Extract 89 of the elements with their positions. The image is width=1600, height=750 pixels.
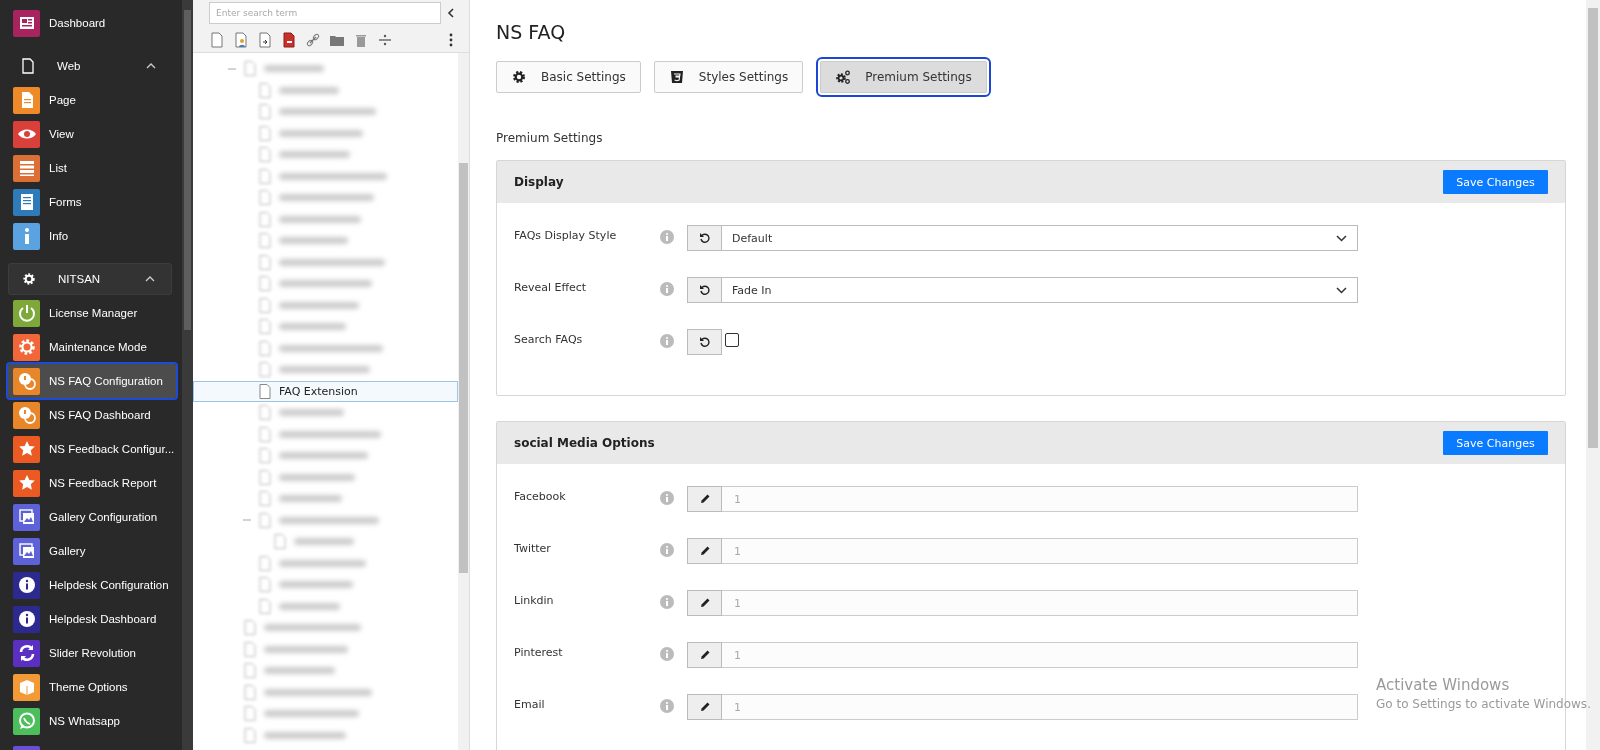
text-field[interactable]: 1	[722, 642, 1358, 668]
sidebar-item[interactable]: Forms	[0, 185, 172, 219]
sidebar-item[interactable]: NS Feedback Report	[0, 466, 172, 500]
sidebar-item[interactable]: Maintenance Mode	[0, 330, 172, 364]
pencil-icon	[687, 538, 722, 564]
pencil-icon	[687, 694, 722, 720]
tab[interactable]: Styles Settings	[653, 61, 804, 93]
reset-button[interactable]	[687, 329, 722, 355]
info-icon[interactable]	[660, 230, 674, 244]
tab[interactable]: Basic Settings	[496, 61, 641, 93]
pencil-icon	[687, 486, 722, 512]
undo-icon	[698, 284, 711, 296]
scrollbar[interactable]	[182, 0, 193, 750]
field-label: Twitter	[514, 541, 552, 555]
new-page-icon[interactable]	[209, 32, 225, 48]
page-minus-icon[interactable]	[281, 32, 297, 48]
link-icon[interactable]	[305, 32, 321, 48]
sidebar-item[interactable]: View	[0, 117, 172, 151]
scrollbar[interactable]	[458, 53, 469, 750]
field-label: Reveal Effect	[514, 280, 588, 294]
reset-button[interactable]	[687, 225, 722, 251]
save-button[interactable]: Save Changes	[1443, 170, 1548, 194]
sidebar-item[interactable]: Gallery Configuration	[0, 500, 172, 534]
section-heading: Premium Settings	[496, 131, 604, 145]
sidebar-item[interactable]: NS Whatsapp	[0, 704, 172, 738]
caret-icon	[146, 63, 156, 69]
field-label: Search FAQs	[514, 332, 584, 346]
text-field[interactable]: 1	[722, 590, 1358, 616]
text-field[interactable]: 1	[722, 538, 1358, 564]
undo-icon	[698, 336, 711, 348]
sidebar-item[interactable]: NS FAQ Dashboard	[0, 398, 172, 432]
panel-title: Display	[514, 175, 564, 189]
panel-title: social Media Options	[514, 436, 655, 450]
collapse-icon[interactable]	[447, 8, 455, 18]
tree-item[interactable]: FAQ Extension	[193, 380, 458, 402]
trash-icon[interactable]	[353, 32, 369, 48]
reset-button[interactable]	[687, 277, 722, 303]
sidebar-item[interactable]: Page	[0, 83, 172, 117]
search-field[interactable]: Enter search term	[209, 2, 441, 24]
divider-icon[interactable]	[377, 32, 393, 48]
sidebar-item[interactable]: Dashboard	[0, 6, 172, 40]
page-arrow-icon[interactable]	[257, 32, 273, 48]
activation-text: Go to Settings to activate Windows.	[1376, 697, 1591, 711]
sidebar-group[interactable]: Web	[8, 49, 172, 83]
chevron-down-icon	[1336, 234, 1347, 242]
pencil-icon	[687, 590, 722, 616]
info-icon[interactable]	[660, 595, 674, 609]
sidebar-item[interactable]: Slider Revolution	[0, 636, 172, 670]
caret-icon	[145, 276, 155, 282]
sidebar-item[interactable]: Helpdesk Configuration	[0, 568, 172, 602]
checkbox[interactable]	[725, 333, 739, 347]
page-icon	[259, 383, 271, 399]
sidebar-item[interactable]: Info	[0, 219, 172, 253]
gear-icon	[21, 271, 37, 287]
sidebar-item[interactable]: Gallery	[0, 534, 172, 568]
sidebar-item[interactable]: Theme Options	[0, 670, 172, 704]
info-icon[interactable]	[660, 543, 674, 557]
page-title: NS FAQ	[496, 20, 567, 45]
info-icon[interactable]	[660, 699, 674, 713]
css-icon	[668, 69, 685, 85]
text-field[interactable]: 1	[722, 694, 1358, 720]
sidebar-item[interactable]: NS FAQ Configuration	[8, 364, 176, 398]
page-user-icon[interactable]	[233, 32, 249, 48]
text-field[interactable]: 1	[722, 486, 1358, 512]
sidebar-item[interactable]: Helpdesk Dashboard	[0, 602, 172, 636]
field-label: Linkdin	[514, 593, 555, 607]
field-label: Facebook	[514, 489, 567, 503]
sidebar-item[interactable]: NS Feedback Configur...	[0, 432, 172, 466]
info-icon[interactable]	[660, 491, 674, 505]
info-icon[interactable]	[660, 282, 674, 296]
field-label: Email	[514, 697, 546, 711]
sidebar-item[interactable]: List	[0, 151, 172, 185]
dropdown-field[interactable]: Fade In	[722, 277, 1358, 303]
save-button[interactable]: Save Changes	[1443, 431, 1548, 455]
activation-title: Activate Windows	[1376, 676, 1511, 694]
dropdown-field[interactable]: Default	[722, 225, 1358, 251]
undo-icon	[698, 232, 711, 244]
field-label: FAQs Display Style	[514, 228, 618, 242]
gear-icon	[511, 69, 527, 85]
info-icon[interactable]	[660, 647, 674, 661]
info-icon[interactable]	[660, 334, 674, 348]
more-icon[interactable]	[449, 33, 453, 47]
sidebar-item[interactable]: License Manager	[0, 296, 172, 330]
gears-icon	[835, 69, 852, 85]
chevron-down-icon	[1336, 286, 1347, 294]
pencil-icon	[687, 642, 722, 668]
field-label: Pinterest	[514, 645, 564, 659]
page-icon	[20, 58, 36, 74]
sidebar-group[interactable]: NITSAN	[8, 263, 172, 295]
